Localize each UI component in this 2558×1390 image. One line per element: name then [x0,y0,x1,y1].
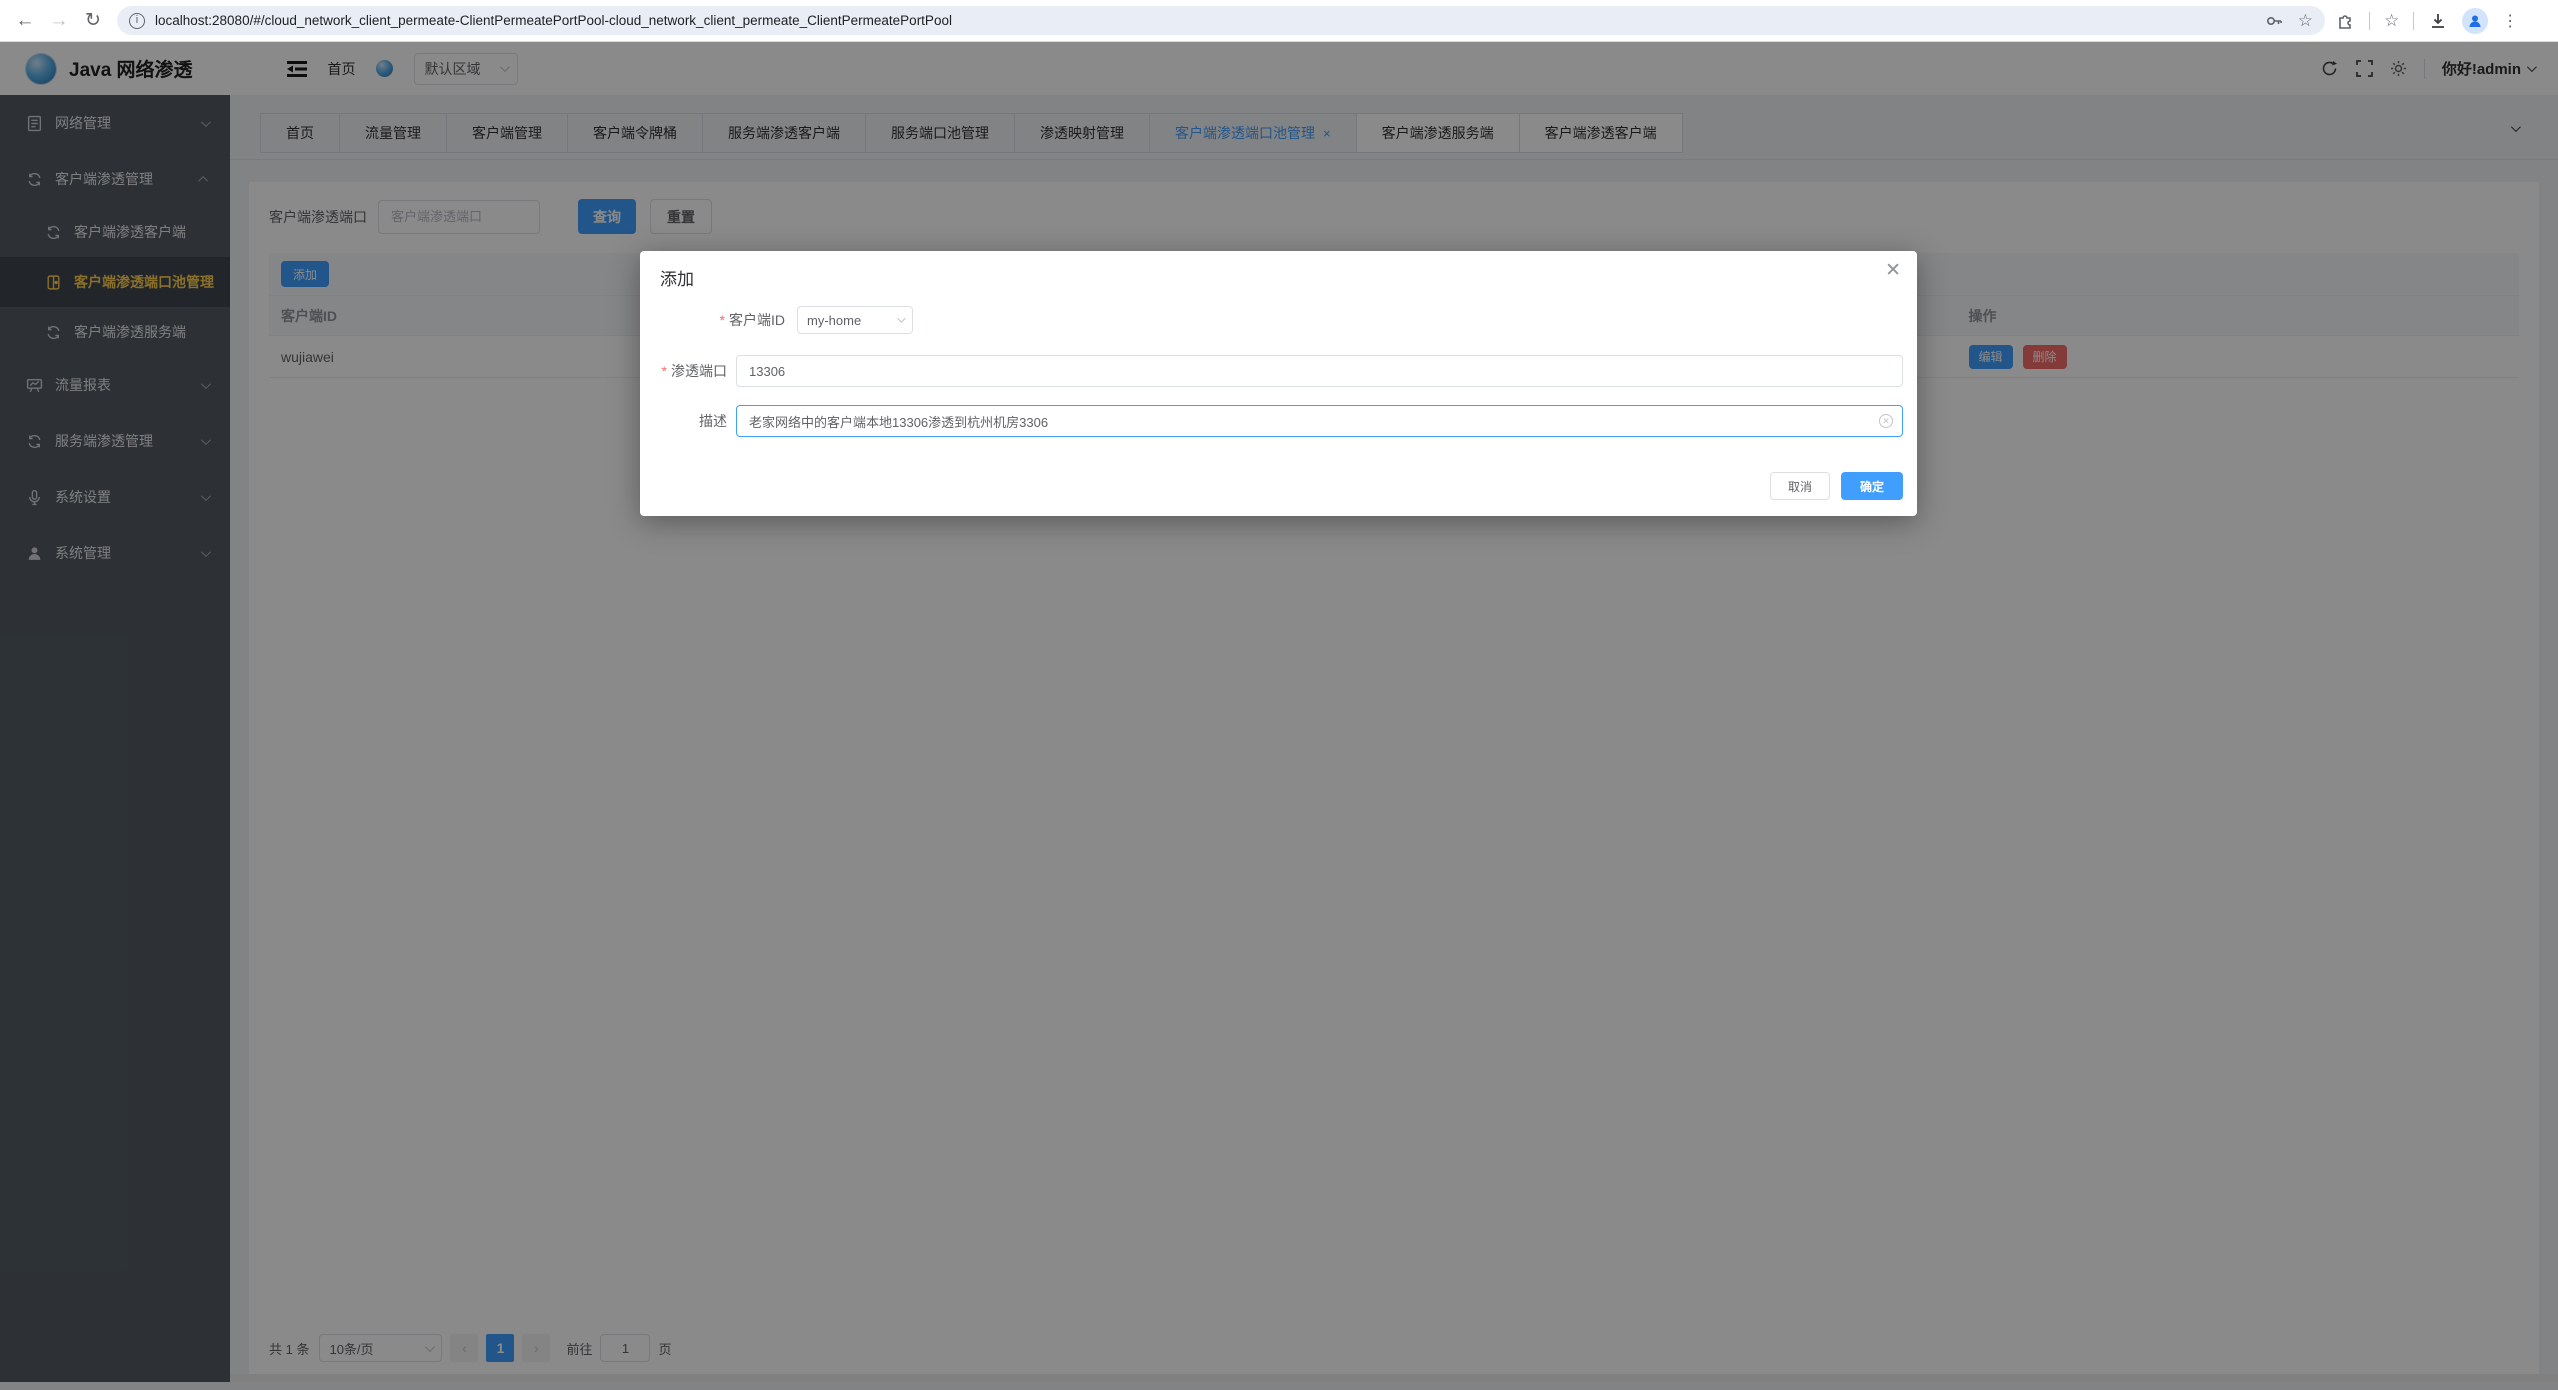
desc-input[interactable] [736,405,1903,437]
form-row-port: * 渗透端口 [660,355,1903,387]
form-label: * 渗透端口 [660,361,727,381]
port-label: 渗透端口 [671,361,727,381]
dialog-footer: 取消 确定 [1770,472,1903,500]
site-info-icon[interactable]: i [129,13,145,29]
password-key-icon[interactable] [2264,11,2284,31]
extension-star-icon[interactable]: ☆ [2384,11,2399,31]
downloads-icon[interactable] [2428,11,2448,31]
app-root: Java 网络渗透 首页 默认区域 你好!admin [0,42,2558,1390]
dialog-close-icon[interactable]: ✕ [1885,261,1901,280]
extensions-icon[interactable] [2335,11,2355,31]
divider [2369,12,2370,30]
browser-actions: ☆ ⋮ [2335,8,2530,34]
clear-input-icon[interactable]: ✕ [1879,414,1893,428]
browser-toolbar: ← → ↻ i localhost:28080/#/cloud_network_… [0,0,2558,42]
client-id-value: my-home [807,313,861,328]
client-id-select[interactable]: my-home [797,306,913,334]
client-id-label: 客户端ID [729,310,785,330]
form-label: * 客户端ID [660,310,785,330]
desc-input-wrap: ✕ [727,405,1903,437]
required-asterisk: * [662,363,667,379]
confirm-button[interactable]: 确定 [1841,472,1903,500]
modal-overlay[interactable] [0,42,2558,1390]
browser-menu-icon[interactable]: ⋮ [2502,11,2518,31]
desc-label: 描述 [699,411,727,431]
divider [2413,12,2414,30]
browser-reload-icon[interactable]: ↻ [76,9,110,32]
form-label: 描述 [660,411,727,431]
bookmark-star-icon[interactable]: ☆ [2298,11,2313,31]
address-bar[interactable]: i localhost:28080/#/cloud_network_client… [117,6,2325,35]
url-text[interactable]: localhost:28080/#/cloud_network_client_p… [155,13,2250,28]
cancel-button[interactable]: 取消 [1770,472,1830,500]
profile-avatar[interactable] [2462,8,2488,34]
form-row-client-id: * 客户端ID my-home [660,306,913,334]
browser-back-icon[interactable]: ← [8,10,42,32]
chevron-down-icon [897,314,905,322]
browser-forward-icon[interactable]: → [42,10,76,32]
port-input[interactable] [736,355,1903,387]
add-dialog: 添加 ✕ * 客户端ID my-home * 渗透端口 描述 [640,251,1917,516]
required-asterisk: * [720,312,725,328]
dialog-title: 添加 [660,265,694,290]
form-row-desc: 描述 ✕ [660,405,1903,437]
